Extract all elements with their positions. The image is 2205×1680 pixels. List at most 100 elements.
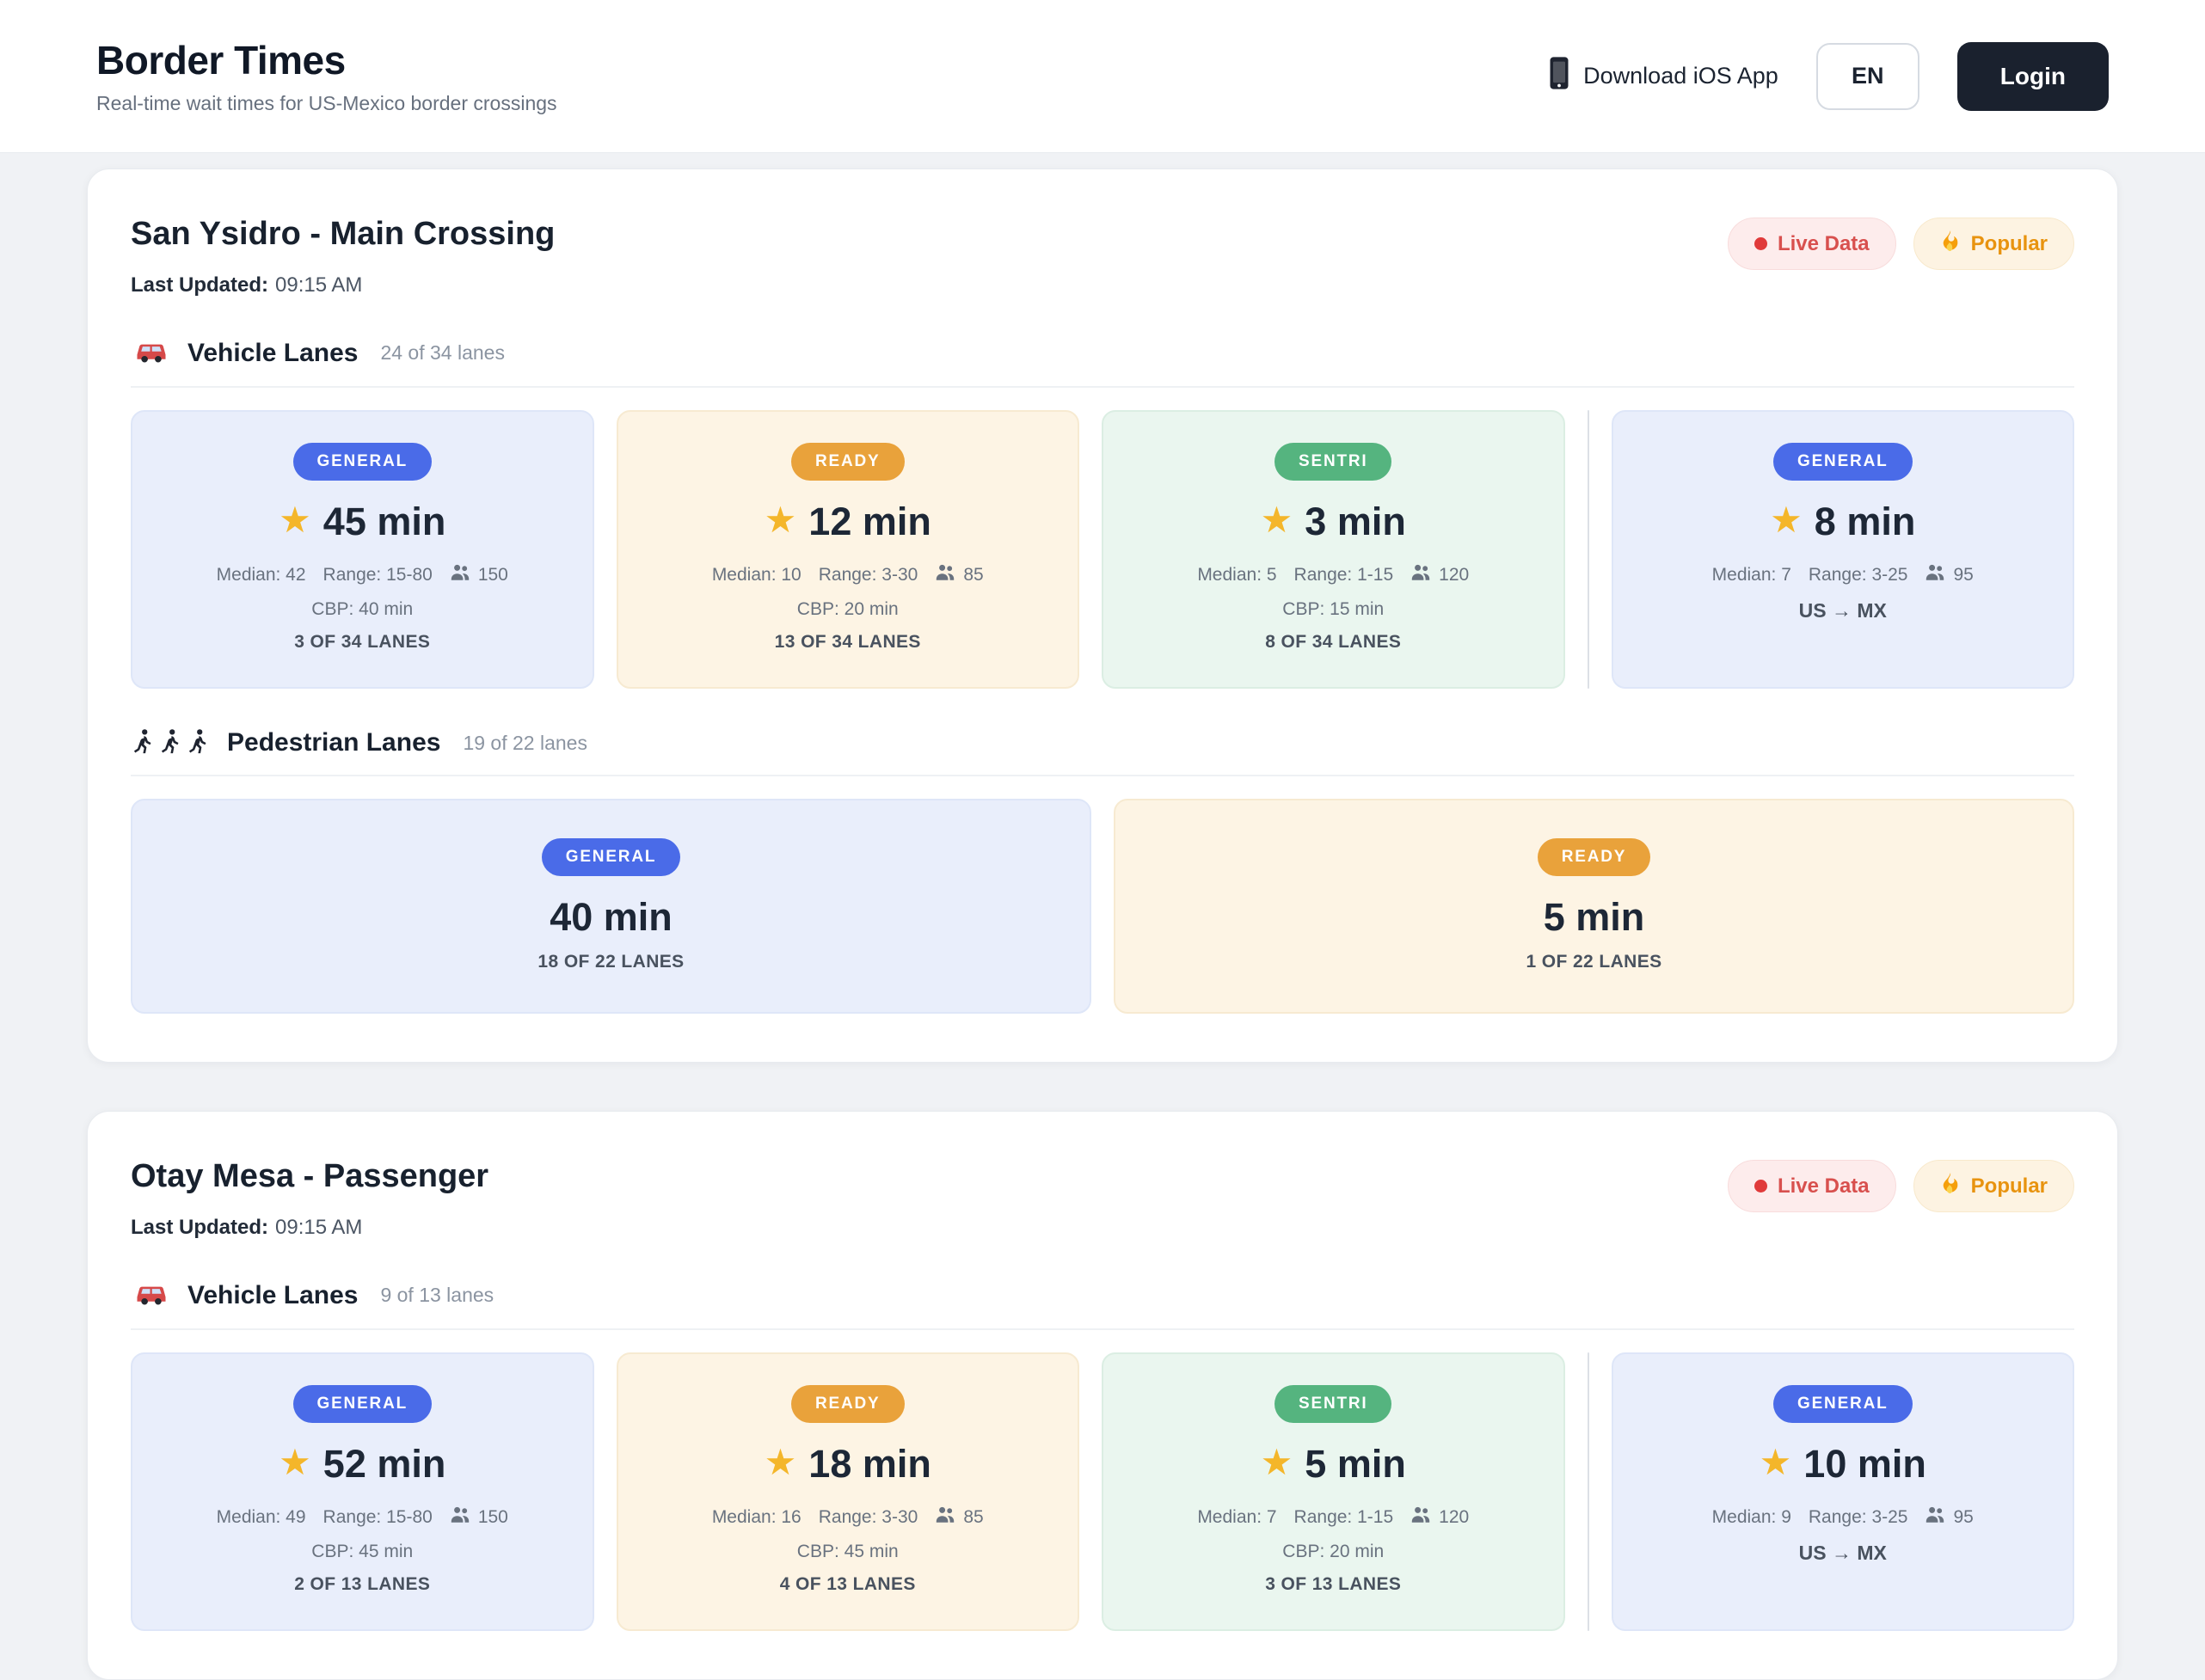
lane-type-badge: READY: [1538, 838, 1651, 876]
header-actions: Download iOS App EN Login: [1547, 42, 2109, 111]
lane-type-badge: GENERAL: [1773, 1385, 1913, 1423]
live-data-label: Live Data: [1778, 1174, 1870, 1199]
last-updated-value: 09:15 AM: [275, 1216, 362, 1239]
vehicle-lanes-header: Vehicle Lanes 24 of 34 lanes: [131, 337, 2074, 388]
wait-time-value: 18 min: [808, 1442, 931, 1487]
star-icon: ★: [1261, 502, 1293, 538]
lane-stats: Median: 7 Range: 3-25 95: [1634, 563, 2053, 587]
vehicle-lanes-summary: 24 of 34 lanes: [380, 341, 505, 365]
lane-stats: Median: 7 Range: 1-15 120: [1124, 1505, 1543, 1530]
wait-time-value: 52 min: [323, 1442, 446, 1487]
lane-stats: Median: 42 Range: 15-80 150: [153, 563, 572, 587]
lane-card: SENTRI ★ 3 min Median: 5 Range: 1-15 120…: [1102, 410, 1565, 689]
wait-time-value: 5 min: [1544, 895, 1645, 940]
lane-count: 3 OF 13 LANES: [1124, 1574, 1543, 1595]
median-stat: Median: 7: [1712, 565, 1791, 586]
lane-stats: Median: 16 Range: 3-30 85: [639, 1505, 1058, 1530]
star-icon: ★: [1261, 1444, 1293, 1481]
star-icon: ★: [279, 502, 311, 538]
median-stat: Median: 42: [217, 565, 306, 586]
car-icon: [131, 1279, 172, 1311]
wait-time-value: 45 min: [323, 500, 446, 544]
cbp-time: CBP: 20 min: [1124, 1542, 1543, 1562]
last-updated: Last Updated: 09:15 AM: [131, 1216, 488, 1240]
range-stat: Range: 1-15: [1294, 1507, 1394, 1528]
range-stat: Range: 1-15: [1294, 565, 1394, 586]
lane-card: GENERAL ★ 8 min Median: 7 Range: 3-25 95…: [1612, 410, 2075, 689]
vehicle-lanes-header: Vehicle Lanes 9 of 13 lanes: [131, 1279, 2074, 1330]
popular-badge: Popular: [1913, 218, 2074, 270]
people-count-value: 150: [478, 1507, 508, 1528]
people-count: 120: [1410, 1505, 1469, 1530]
direction-label: US → MX: [1634, 599, 2053, 622]
lane-count: 13 OF 34 LANES: [639, 632, 1058, 653]
people-icon: [935, 563, 955, 587]
people-count: 95: [1925, 563, 1973, 587]
wait-time-value: 5 min: [1305, 1442, 1406, 1487]
lane-type-badge: GENERAL: [542, 838, 681, 876]
live-data-badge: Live Data: [1728, 1160, 1896, 1212]
crossing-header: Otay Mesa - Passenger Last Updated:09:15…: [131, 1153, 2074, 1240]
people-count: 85: [935, 563, 983, 587]
vehicle-lanes-summary: 9 of 13 lanes: [380, 1284, 494, 1307]
lane-count: 2 OF 13 LANES: [153, 1574, 572, 1595]
range-stat: Range: 15-80: [323, 565, 433, 586]
lane-count: 8 OF 34 LANES: [1124, 632, 1543, 653]
fire-icon: [1940, 230, 1961, 258]
vehicle-lanes-title: Vehicle Lanes: [187, 339, 358, 368]
lane-divider: [1588, 410, 1589, 689]
lane-type-badge: GENERAL: [293, 1385, 433, 1423]
wait-time-value: 8 min: [1815, 500, 1916, 544]
people-count-value: 85: [963, 565, 983, 586]
page-title: Border Times: [96, 37, 557, 83]
median-stat: Median: 5: [1197, 565, 1276, 586]
lane-count: 18 OF 22 LANES: [153, 952, 1069, 972]
last-updated: Last Updated:09:15 AM: [131, 273, 555, 297]
direction-label: US → MX: [1634, 1542, 2053, 1565]
language-button[interactable]: EN: [1816, 43, 1919, 110]
people-count: 150: [450, 563, 508, 587]
live-data-label: Live Data: [1778, 232, 1870, 256]
wait-time: ★ 18 min: [639, 1442, 1058, 1487]
wait-time: ★ 10 min: [1634, 1442, 2053, 1487]
people-count-value: 120: [1439, 1507, 1469, 1528]
pedestrian-lane-row: GENERAL 40 min 18 OF 22 LANES READY 5 mi…: [131, 799, 2074, 1014]
vehicle-lanes-title: Vehicle Lanes: [187, 1281, 358, 1310]
people-count-value: 150: [478, 565, 508, 586]
vehicle-lane-row: GENERAL ★ 52 min Median: 49 Range: 15-80…: [131, 1352, 2074, 1631]
live-dot-icon: [1754, 1180, 1767, 1193]
lane-card: GENERAL ★ 45 min Median: 42 Range: 15-80…: [131, 410, 594, 689]
pedestrian-lanes-summary: 19 of 22 lanes: [463, 732, 587, 755]
vehicle-lane-row: GENERAL ★ 45 min Median: 42 Range: 15-80…: [131, 410, 2074, 689]
people-count-value: 120: [1439, 565, 1469, 586]
download-ios-link[interactable]: Download iOS App: [1547, 56, 1778, 96]
range-stat: Range: 3-30: [819, 1507, 918, 1528]
lane-card: READY ★ 18 min Median: 16 Range: 3-30 85…: [617, 1352, 1080, 1631]
app-header: Border Times Real-time wait times for US…: [0, 0, 2205, 153]
wait-time: ★ 12 min: [639, 500, 1058, 544]
status-badges: Live Data Popular: [1728, 1160, 2074, 1212]
popular-badge: Popular: [1913, 1160, 2074, 1212]
crossing-header: San Ysidro - Main Crossing Last Updated:…: [131, 211, 2074, 297]
wait-time: ★ 3 min: [1124, 500, 1543, 544]
crossing-card-san-ysidro: San Ysidro - Main Crossing Last Updated:…: [87, 169, 2118, 1063]
people-count-value: 95: [1953, 565, 1973, 586]
people-count-value: 85: [963, 1507, 983, 1528]
phone-icon: [1547, 56, 1571, 96]
login-button[interactable]: Login: [1957, 42, 2109, 111]
median-stat: Median: 10: [712, 565, 802, 586]
range-stat: Range: 3-25: [1809, 1507, 1908, 1528]
lane-type-badge: SENTRI: [1274, 443, 1391, 481]
people-count: 120: [1410, 563, 1469, 587]
main-content: San Ysidro - Main Crossing Last Updated:…: [87, 153, 2118, 1680]
lane-divider: [1588, 1352, 1589, 1631]
page-subtitle: Real-time wait times for US-Mexico borde…: [96, 92, 557, 115]
star-icon: ★: [1770, 502, 1803, 538]
people-icon: [1925, 1505, 1945, 1530]
range-stat: Range: 3-25: [1809, 565, 1908, 586]
lane-card: SENTRI ★ 5 min Median: 7 Range: 1-15 120…: [1102, 1352, 1565, 1631]
last-updated-label: Last Updated:: [131, 1216, 268, 1239]
wait-time: 40 min: [153, 895, 1069, 940]
live-data-badge: Live Data: [1728, 218, 1896, 270]
lane-card: GENERAL 40 min 18 OF 22 LANES: [131, 799, 1091, 1014]
